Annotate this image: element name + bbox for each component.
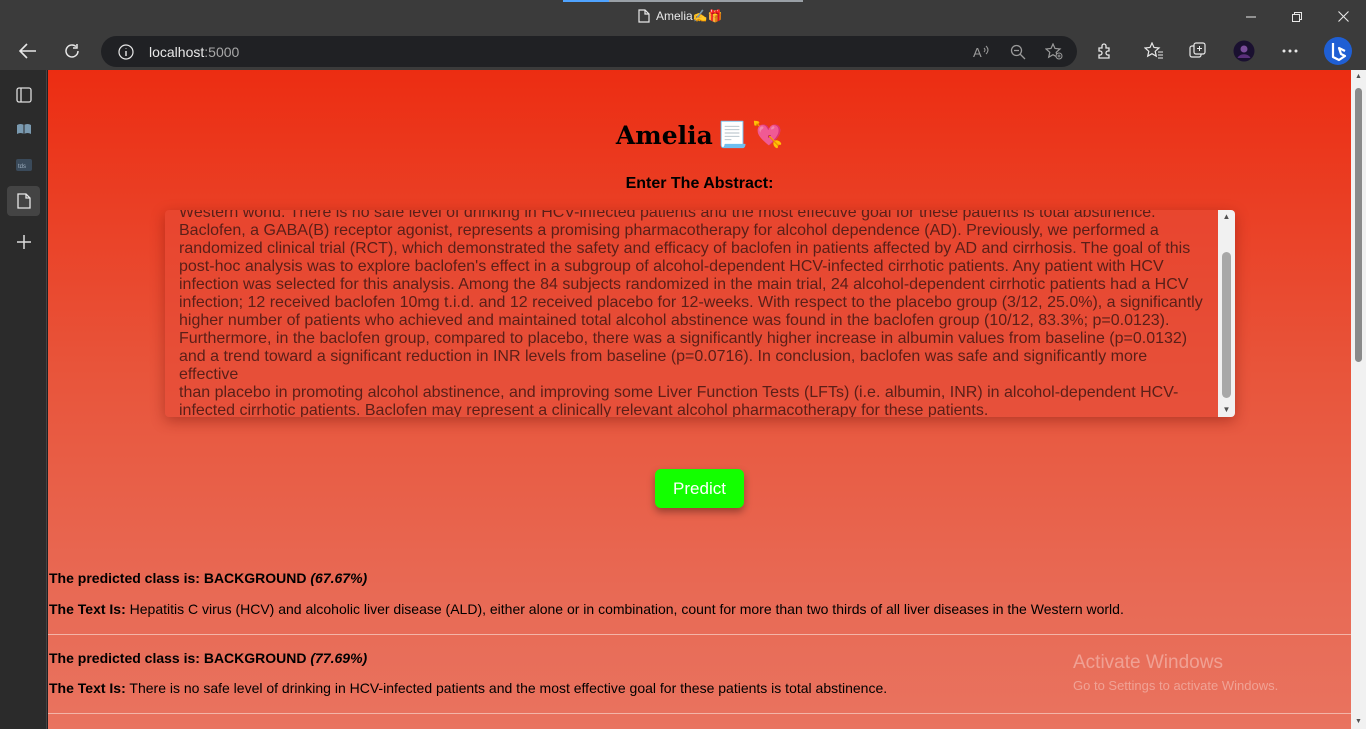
confidence-value: (77.69%) [310, 650, 368, 666]
text-label: The Text Is: [49, 601, 126, 617]
scroll-down-arrow-icon[interactable]: ▼ [1218, 403, 1235, 417]
abstract-line: and a trend toward a significant reducti… [179, 348, 1148, 383]
scroll-up-arrow-icon[interactable]: ▲ [1218, 210, 1235, 224]
tab-title: Amelia✍️🎁 [656, 9, 723, 23]
abstract-line: Western world. There is no safe level of… [179, 210, 1156, 221]
textarea-scrollbar[interactable]: ▲ ▼ [1218, 210, 1235, 417]
abstract-line: Furthermore, in the baclofen group, comp… [179, 330, 1188, 347]
abstract-line: post-hoc analysis was to explore baclofe… [179, 258, 1164, 275]
extensions-icon[interactable] [1090, 36, 1120, 66]
textarea-scroll-thumb[interactable] [1222, 252, 1231, 398]
page-scrollbar[interactable]: ▲ ▼ [1351, 70, 1366, 729]
result-divider [48, 634, 1351, 635]
refresh-button[interactable] [57, 36, 87, 66]
web-page: Amelia 📃 💘 Enter The Abstract: Western w… [48, 70, 1351, 729]
page-scroll-up-icon[interactable]: ▲ [1351, 70, 1366, 84]
page-title: Amelia 📃 💘 [48, 120, 1351, 150]
predicted-class: The predicted class is: BACKGROUND (77.6… [49, 650, 368, 666]
zoom-out-icon[interactable] [1003, 36, 1033, 67]
abstract-label: Enter The Abstract: [625, 175, 774, 192]
scroll-document-icon: 📃 [716, 120, 748, 149]
page-icon [638, 9, 650, 23]
page-scroll-down-icon[interactable]: ▼ [1351, 715, 1366, 729]
predict-button[interactable]: Predict [655, 469, 744, 508]
site-info-icon[interactable] [111, 36, 141, 67]
bing-copilot-icon[interactable] [1322, 35, 1354, 67]
result-divider [48, 713, 1351, 714]
abstract-line: infection; 12 received baclofen 10mg t.i… [179, 294, 1203, 311]
abstract-text[interactable]: Western world. There is no safe level of… [179, 210, 1209, 417]
collections-icon[interactable] [1183, 36, 1213, 66]
text-label: The Text Is: [49, 680, 126, 696]
windows-activation-watermark: Activate Windows Go to Settings to activ… [1073, 652, 1279, 693]
abstract-line: infection was selected for this analysis… [179, 276, 1189, 293]
abstract-line: randomized clinical trial (RCT), which d… [179, 240, 1191, 257]
tab-actions-icon[interactable] [7, 80, 40, 110]
more-options-icon[interactable] [1275, 36, 1305, 66]
read-aloud-icon[interactable]: A [967, 36, 997, 67]
title-bar: Amelia✍️🎁 [0, 0, 1366, 33]
window-title: Amelia✍️🎁 [638, 9, 723, 23]
close-button[interactable] [1320, 0, 1366, 33]
page-scroll-thumb[interactable] [1355, 88, 1362, 362]
heart-arrow-icon: 💘 [751, 120, 784, 149]
sidebar-tab-book-icon[interactable] [7, 114, 40, 144]
abstract-line: Baclofen, a GABA(B) receptor agonist, re… [179, 222, 1159, 239]
tab-strip-indicator[interactable] [563, 0, 803, 2]
new-tab-plus-icon[interactable] [7, 227, 40, 257]
svg-text:A: A [973, 45, 982, 59]
add-favorite-icon[interactable] [1039, 36, 1069, 67]
predicted-class: The predicted class is: BACKGROUND (67.6… [49, 570, 368, 586]
sidebar-tab-favicon-icon[interactable]: tds [7, 150, 40, 180]
result-text: The Text Is: Hepatitis C virus (HCV) and… [49, 601, 1124, 617]
restore-button[interactable] [1274, 0, 1320, 33]
confidence-value: (67.67%) [310, 570, 368, 586]
back-button[interactable] [13, 36, 43, 66]
address-bar[interactable]: localhost:5000 A [101, 36, 1077, 67]
favorites-icon[interactable] [1139, 36, 1169, 66]
abstract-line: higher number of patients who achieved a… [179, 312, 1170, 329]
url-text[interactable]: localhost:5000 [149, 44, 239, 60]
profile-avatar[interactable] [1229, 36, 1259, 66]
result-text: The Text Is: There is no safe level of d… [49, 680, 888, 696]
abstract-line: infected cirrhotic patients. Baclofen ma… [179, 402, 989, 417]
minimize-button[interactable] [1228, 0, 1274, 33]
svg-text:tds: tds [18, 164, 26, 170]
browser-toolbar: localhost:5000 A [0, 33, 1366, 70]
abstract-textarea[interactable]: Western world. There is no safe level of… [165, 210, 1235, 417]
sidebar-tab-active-page-icon[interactable] [7, 186, 40, 216]
abstract-line: than placebo in promoting alcohol abstin… [179, 384, 1179, 401]
app-name: Amelia [615, 120, 713, 150]
vertical-tabs-sidebar: tds [0, 70, 47, 729]
